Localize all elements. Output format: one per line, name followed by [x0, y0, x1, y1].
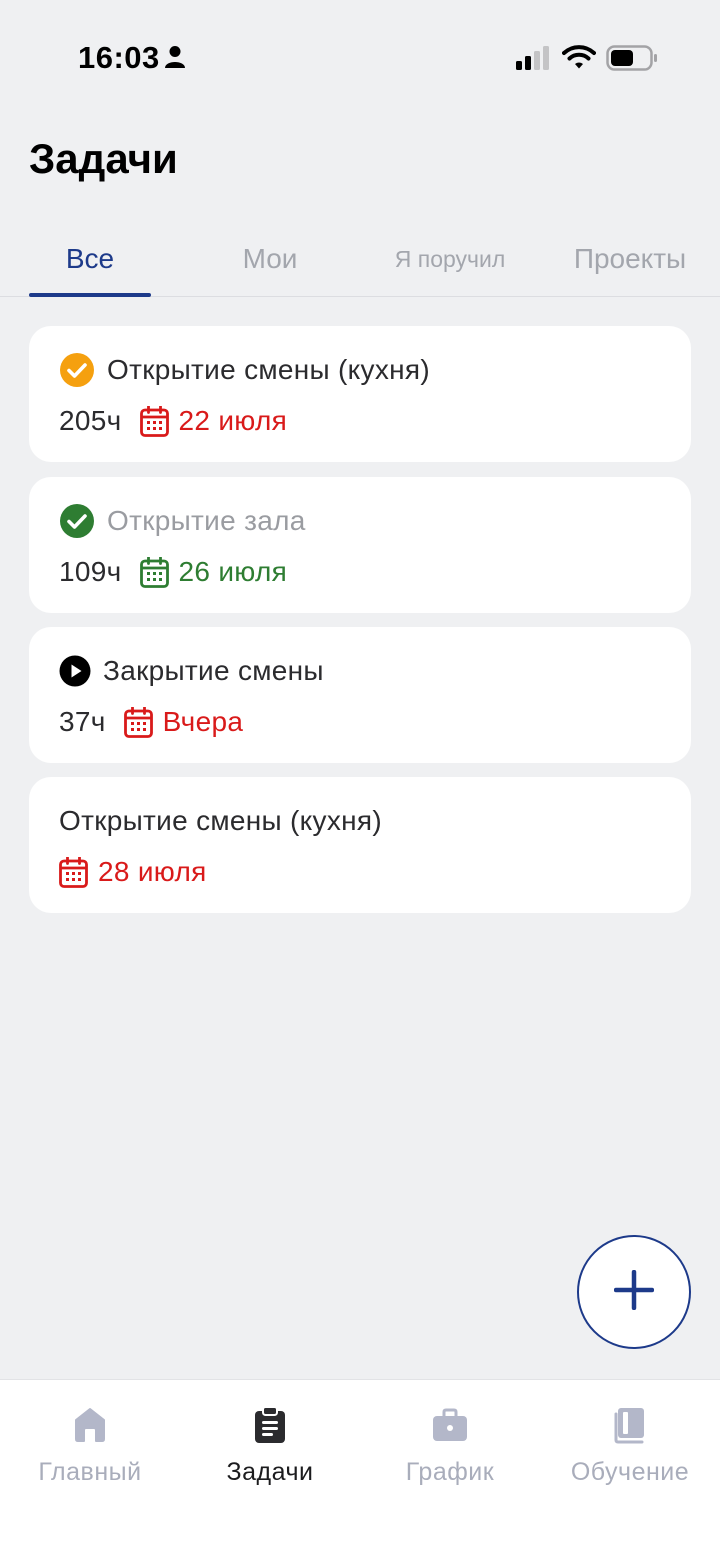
- add-task-button[interactable]: [577, 1235, 691, 1349]
- task-due-date: 22 июля: [178, 405, 288, 436]
- task-meta-row: 109ч 26 июля: [59, 552, 287, 592]
- task-card[interactable]: Открытие смены (кухня) 28 июля: [29, 777, 691, 913]
- check-circle-icon: [59, 352, 95, 388]
- play-circle-icon: [59, 655, 91, 687]
- calendar-icon: [139, 556, 169, 588]
- battery-icon: [606, 45, 658, 76]
- check-circle-icon: [59, 503, 95, 539]
- tab-all[interactable]: Все: [29, 222, 151, 296]
- tab-mine[interactable]: Мои: [195, 222, 345, 296]
- nav-item-home[interactable]: Главный: [0, 1406, 180, 1506]
- task-title-row: Закрытие смены: [59, 651, 324, 691]
- bottom-nav: Главный Задачи График Обучение: [0, 1379, 720, 1566]
- task-due-date: Вчера: [162, 706, 244, 737]
- calendar-icon: [59, 856, 88, 888]
- task-title-row: Открытие смены (кухня): [59, 350, 430, 390]
- task-meta-row: 28 июля: [59, 852, 207, 892]
- calendar-icon: [123, 706, 153, 738]
- task-title: Открытие смены (кухня): [59, 805, 382, 836]
- tab-bar: Все Мои Я поручил Проекты: [0, 222, 720, 297]
- task-meta-row: 205ч 22 июля: [59, 401, 287, 441]
- nav-label: Задачи: [226, 1458, 314, 1486]
- task-meta-row: 37ч Вчера: [59, 702, 243, 742]
- page-title: Задачи: [29, 135, 178, 182]
- briefcase-icon: [432, 1406, 468, 1444]
- nav-item-learning[interactable]: Обучение: [540, 1406, 720, 1506]
- task-title: Открытие зала: [107, 505, 306, 536]
- task-title-row: Открытие смены (кухня): [59, 801, 382, 841]
- task-hours: 205ч: [59, 405, 122, 436]
- tab-assigned-by-me[interactable]: Я поручил: [370, 222, 530, 296]
- status-time: 16:03: [78, 40, 160, 75]
- wifi-icon: [562, 44, 596, 75]
- nav-label: Главный: [38, 1458, 142, 1486]
- task-hours: 109ч: [59, 556, 122, 587]
- task-card[interactable]: Открытие смены (кухня) 205ч 22 июля: [29, 326, 691, 462]
- task-title-row: Открытие зала: [59, 501, 306, 541]
- status-bar: 16:03: [0, 0, 720, 110]
- nav-item-schedule[interactable]: График: [360, 1406, 540, 1506]
- task-due-date: 28 июля: [98, 856, 207, 887]
- task-title: Закрытие смены: [103, 655, 324, 686]
- nav-label: График: [405, 1458, 495, 1486]
- nav-item-tasks[interactable]: Задачи: [180, 1406, 360, 1506]
- nav-label: Обучение: [570, 1458, 690, 1486]
- plus-icon: [613, 1269, 655, 1315]
- tab-projects[interactable]: Проекты: [560, 222, 700, 296]
- task-hours: 37ч: [59, 706, 106, 737]
- task-due-date: 26 июля: [178, 556, 288, 587]
- cellular-signal-icon: [515, 46, 551, 75]
- calendar-icon: [139, 405, 169, 437]
- active-tab-indicator: [29, 293, 151, 297]
- task-card[interactable]: Открытие зала 109ч 26 июля: [29, 477, 691, 613]
- task-card[interactable]: Закрытие смены 37ч Вчера: [29, 627, 691, 763]
- book-icon: [612, 1406, 648, 1444]
- home-icon: [72, 1406, 108, 1444]
- clipboard-icon: [252, 1406, 288, 1444]
- task-title: Открытие смены (кухня): [107, 354, 430, 385]
- person-icon: [164, 45, 186, 74]
